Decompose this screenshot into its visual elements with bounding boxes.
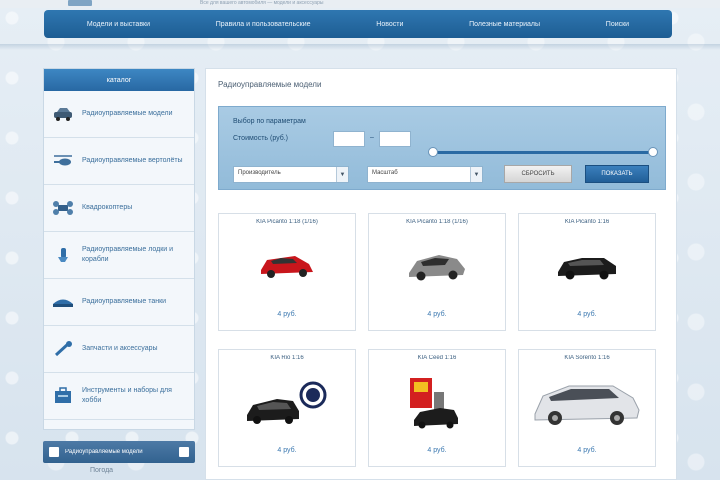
nav-item-materials[interactable]: Полезные материалы <box>461 18 548 31</box>
product-title[interactable]: KIA Picanto 1:18 (1/16) <box>369 219 505 225</box>
product-image[interactable] <box>369 236 505 296</box>
nav-item-rules[interactable]: Правила и пользовательские <box>208 18 319 31</box>
price-slider-track[interactable] <box>433 151 653 154</box>
scale-select[interactable]: Масштаб ▼ <box>367 166 483 183</box>
price-from-input[interactable] <box>333 131 365 147</box>
toolbox-icon <box>52 387 74 405</box>
wrench-icon <box>52 340 74 358</box>
product-card[interactable]: KIA Picanto 1:16 4 руб. <box>518 213 656 331</box>
sidebar-bottom-label: Радиоуправляемые модели <box>65 449 143 455</box>
filter-heading: Выбор по параметрам <box>233 118 306 125</box>
product-title[interactable]: KIA Sorento 1:16 <box>519 355 655 361</box>
product-title[interactable]: KIA Ceed 1:16 <box>369 355 505 361</box>
sidebar-item-label: Запчасти и аксессуары <box>82 345 158 352</box>
sidebar-item-label: Радиоуправляемые танки <box>82 298 167 305</box>
sidebar-title: каталог <box>44 69 194 91</box>
product-price: 4 руб. <box>577 311 597 318</box>
product-price: 4 руб. <box>427 447 447 454</box>
page-title: Радиоуправляемые модели <box>218 80 322 89</box>
top-bar: Все для вашего автомобиля — модели и акс… <box>0 0 720 8</box>
main-nav: Модели и выставки Правила и пользователь… <box>44 10 672 38</box>
sidebar-bottom-bar[interactable]: Радиоуправляемые модели <box>43 441 195 463</box>
product-image[interactable] <box>219 372 355 432</box>
price-to-input[interactable] <box>379 131 411 147</box>
product-image[interactable] <box>519 236 655 296</box>
reset-button[interactable]: СБРОСИТЬ <box>504 165 572 183</box>
price-slider-max-handle[interactable] <box>648 147 658 157</box>
product-title[interactable]: KIA Rio 1:16 <box>219 355 355 361</box>
boat-icon <box>52 246 74 264</box>
nav-shadow <box>0 44 720 50</box>
product-image[interactable] <box>519 372 655 432</box>
sidebar-item-quadcopters[interactable]: Квадрокоптеры <box>44 185 194 232</box>
scale-select-value: Масштаб <box>372 170 398 176</box>
product-price: 4 руб. <box>277 311 297 318</box>
sidebar-item-label: Радиоуправляемые модели <box>82 110 173 117</box>
catalog-sidebar: каталог Радиоуправляемые модели Радиоупр… <box>43 68 195 430</box>
grid-icon <box>49 447 59 457</box>
chevron-down-icon: ▼ <box>336 167 348 182</box>
main-content: Радиоуправляемые модели Выбор по парамет… <box>205 68 677 480</box>
product-card[interactable]: KIA Picanto 1:18 (1/16) 4 руб. <box>218 213 356 331</box>
product-card[interactable]: KIA Sorento 1:16 4 руб. <box>518 349 656 467</box>
product-image[interactable] <box>219 236 355 296</box>
sidebar-item-boats[interactable]: Радиоуправляемые лодки и корабли <box>44 232 194 279</box>
price-dash: – <box>370 134 374 141</box>
quadcopter-icon <box>52 199 74 217</box>
manufacturer-select-value: Производитель <box>238 170 281 176</box>
sidebar-item-tools[interactable]: Инструменты и наборы для хобби <box>44 373 194 420</box>
nav-item-search[interactable]: Поиски <box>598 18 637 31</box>
sidebar-item-helicopters[interactable]: Радиоуправляемые вертолёты <box>44 138 194 185</box>
sidebar-item-rc-cars[interactable]: Радиоуправляемые модели <box>44 91 194 138</box>
product-grid: KIA Picanto 1:18 (1/16) 4 руб. KIA Pican… <box>218 213 670 467</box>
manufacturer-select[interactable]: Производитель ▼ <box>233 166 349 183</box>
sidebar-item-label: Радиоуправляемые лодки и корабли <box>82 246 174 263</box>
chevron-down-icon: ▼ <box>470 167 482 182</box>
sidebar-item-label: Квадрокоптеры <box>82 204 133 211</box>
price-label: Стоимость (руб.) <box>233 135 288 142</box>
product-card[interactable]: KIA Picanto 1:18 (1/16) 4 руб. <box>368 213 506 331</box>
product-card[interactable]: KIA Ceed 1:16 4 руб. <box>368 349 506 467</box>
price-slider-min-handle[interactable] <box>428 147 438 157</box>
sidebar-item-label: Радиоуправляемые вертолёты <box>82 157 183 164</box>
header-tagline: Все для вашего автомобиля — модели и акс… <box>200 0 324 6</box>
show-button[interactable]: ПОКАЗАТЬ <box>585 165 649 183</box>
sidebar-item-parts[interactable]: Запчасти и аксессуары <box>44 326 194 373</box>
nav-item-models[interactable]: Модели и выставки <box>79 18 158 31</box>
product-card[interactable]: KIA Rio 1:16 4 руб. <box>218 349 356 467</box>
expand-icon[interactable] <box>179 447 189 457</box>
nav-item-news[interactable]: Новости <box>368 18 411 31</box>
site-logo[interactable] <box>68 0 92 6</box>
sidebar-footer: Погода <box>90 467 114 474</box>
sidebar-item-label: Инструменты и наборы для хобби <box>82 387 172 404</box>
helicopter-icon <box>52 152 74 170</box>
product-price: 4 руб. <box>277 447 297 454</box>
tank-icon <box>52 293 74 311</box>
sidebar-item-tanks[interactable]: Радиоуправляемые танки <box>44 279 194 326</box>
product-price: 4 руб. <box>427 311 447 318</box>
product-title[interactable]: KIA Picanto 1:18 (1/16) <box>219 219 355 225</box>
product-image[interactable] <box>369 372 505 432</box>
car-icon <box>52 105 74 123</box>
product-title[interactable]: KIA Picanto 1:16 <box>519 219 655 225</box>
product-price: 4 руб. <box>577 447 597 454</box>
filter-panel: Выбор по параметрам Стоимость (руб.) – П… <box>218 106 666 190</box>
